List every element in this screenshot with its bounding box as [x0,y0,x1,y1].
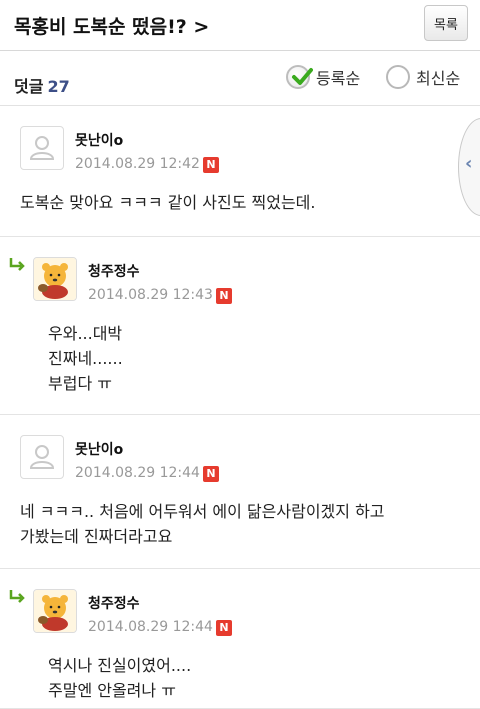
comment-text-line: 부럽다 ㅠ [48,374,112,393]
comment-date: 2014.08.29 12:44 [88,619,213,635]
reply-item: 청주정수 2014.08.29 12:43 N 우와...대박 진짜네.....… [0,237,480,415]
radio-checked-icon [286,65,313,89]
sort-by-registration[interactable]: 등록순 [286,65,360,89]
new-badge: N [216,288,232,304]
new-badge: N [203,466,219,482]
comment-date: 2014.08.29 12:43 [88,287,213,303]
default-avatar-icon[interactable] [20,126,64,170]
new-badge: N [216,620,232,636]
comment-label: 덧글 [14,77,44,96]
reply-arrow-icon [9,590,25,603]
sort-by-latest[interactable]: 최신순 [386,65,460,89]
list-button[interactable]: 목록 [424,5,468,41]
check-icon [292,68,313,85]
comment-author[interactable]: 못난이o [75,439,123,459]
comment-author[interactable]: 못난이o [75,130,123,150]
comment-item: 못난이o 2014.08.29 12:44 N 네 ㅋㅋㅋ.. 처음에 어두워서… [0,415,480,569]
comment-author[interactable]: 청주정수 [88,261,140,281]
pooh-avatar-icon[interactable] [33,257,77,301]
comments-bar: 덧글 27 등록순 최신순 [0,51,480,106]
comment-text-line: 우와...대박 [48,324,123,343]
comment-item: 못난이o 2014.08.29 12:42 N 도복순 맞아요 ㅋㅋㅋ 같이 사… [0,106,480,237]
new-badge: N [203,157,219,173]
comment-author[interactable]: 청주정수 [88,593,140,613]
comment-date: 2014.08.29 12:44 [75,465,200,481]
comment-count-label: 덧글 27 [14,73,70,97]
comment-text-line: 주말엔 안올려나 ㅠ [48,681,176,700]
default-avatar-icon[interactable] [20,435,64,479]
reply-arrow-icon [9,258,25,271]
comment-text-line: 역시나 진실이였어.... [48,656,192,675]
comment-count: 27 [47,77,70,96]
top-bar: 목홍비 도복순 떴음!? > 목록 [0,0,480,51]
post-title[interactable]: 목홍비 도복순 떴음!? > [14,12,209,39]
comment-text-line: 가봤는데 진짜더라고요 [20,527,173,546]
comment-text-line: 네 ㅋㅋㅋ.. 처음에 어두워서 에이 닮은사람이겠지 하고 [20,502,385,521]
sort-registration-label: 등록순 [316,69,361,88]
reply-item: 청주정수 2014.08.29 12:44 N 역시나 진실이였어.... 주말… [0,569,480,709]
pooh-avatar-icon[interactable] [33,589,77,633]
comment-date: 2014.08.29 12:42 [75,156,200,172]
chevron-left-icon: ‹ [465,153,473,174]
sort-latest-label: 최신순 [416,69,461,88]
radio-unchecked-icon [386,65,410,89]
comment-text-line: 도복순 맞아요 ㅋㅋㅋ 같이 사진도 찍었는데. [20,193,316,212]
comment-text-line: 진짜네...... [48,349,123,368]
